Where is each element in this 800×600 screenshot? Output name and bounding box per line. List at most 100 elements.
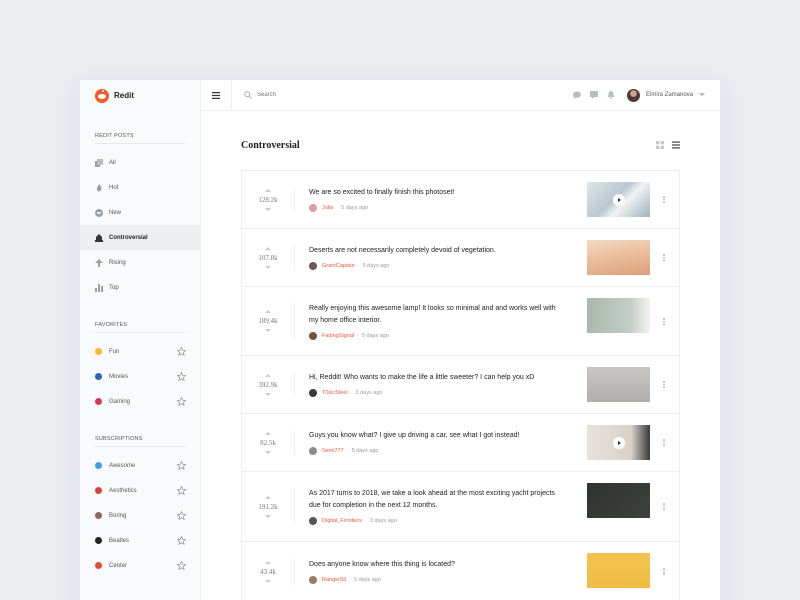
bell-icon[interactable] <box>607 91 615 99</box>
star-icon[interactable] <box>177 347 186 356</box>
meta-separator: · <box>358 263 360 269</box>
divider <box>294 187 295 212</box>
post-row[interactable]: 128.2k We are so excited to finally finis… <box>242 171 679 229</box>
community-icon <box>95 562 102 569</box>
more-options-icon[interactable] <box>663 439 665 446</box>
author-link[interactable]: GrantCaptain <box>322 263 355 269</box>
downvote-icon[interactable] <box>265 208 271 211</box>
page-title: Controversial <box>241 140 300 151</box>
sidebar-item-top[interactable]: Top <box>80 275 200 300</box>
more-options-icon[interactable] <box>663 568 665 575</box>
vote-count: 191.2k <box>258 503 277 511</box>
star-icon[interactable] <box>177 511 186 520</box>
post-title[interactable]: Deserts are not necessarily completely d… <box>309 245 559 257</box>
author-link[interactable]: T0xicSteel <box>322 390 348 396</box>
sidebar-item-movies[interactable]: Movies <box>80 364 200 389</box>
community-icon <box>95 537 102 544</box>
post-title[interactable]: Hi, Reddit! Who wants to make the life a… <box>309 372 559 384</box>
list-view-icon[interactable] <box>672 141 680 149</box>
menu-button[interactable] <box>201 80 232 111</box>
post-row[interactable]: 43.4kDoes anyone know where this thing i… <box>242 542 679 600</box>
post-thumbnail[interactable] <box>587 298 650 333</box>
author-link[interactable]: Julia <box>322 205 333 211</box>
post-title[interactable]: Guys you know what? I give up driving a … <box>309 430 559 442</box>
sidebar-item-awesome[interactable]: Awesome <box>80 453 200 478</box>
post-thumbnail[interactable] <box>587 553 650 588</box>
more-options-icon[interactable] <box>663 196 665 203</box>
downvote-icon[interactable] <box>265 266 271 269</box>
upvote-icon[interactable] <box>265 374 271 377</box>
more-options-icon[interactable] <box>663 254 665 261</box>
sidebar-item-all[interactable]: All <box>80 150 200 175</box>
sidebar-item-aesthetics[interactable]: Aesthetics <box>80 478 200 503</box>
search-input[interactable] <box>257 92 407 98</box>
sidebar-item-fun[interactable]: Fun <box>80 339 200 364</box>
community-icon <box>95 398 102 405</box>
controversial-icon <box>95 234 103 242</box>
downvote-icon[interactable] <box>265 580 271 583</box>
post-thumbnail[interactable] <box>587 367 650 402</box>
upvote-icon[interactable] <box>265 247 271 250</box>
downvote-icon[interactable] <box>265 393 271 396</box>
downvote-icon[interactable] <box>265 451 271 454</box>
sidebar-item-rising[interactable]: Rising <box>80 250 200 275</box>
downvote-icon[interactable] <box>265 515 271 518</box>
post-feed: 128.2k We are so excited to finally finis… <box>241 170 680 600</box>
upvote-icon[interactable] <box>265 432 271 435</box>
post-thumbnail[interactable] <box>587 483 650 518</box>
post-thumbnail[interactable] <box>587 425 650 460</box>
sidebar-item-hot[interactable]: Hot <box>80 175 200 200</box>
play-icon[interactable] <box>613 437 625 449</box>
author-link[interactable]: Semi777 <box>322 448 344 454</box>
author-link[interactable]: Digital_Frontiers <box>322 518 362 524</box>
post-title[interactable]: Does anyone know where this thing is loc… <box>309 559 559 571</box>
author-link[interactable]: FadingSignal <box>322 333 354 339</box>
post-row[interactable]: 107.8kDeserts are not necessarily comple… <box>242 229 679 287</box>
message-icon[interactable] <box>590 91 598 99</box>
author-avatar <box>309 576 317 584</box>
sidebar-item-center[interactable]: Center <box>80 553 200 578</box>
upvote-icon[interactable] <box>265 189 271 192</box>
sidebar-item-gaming[interactable]: Gaming <box>80 389 200 414</box>
star-icon[interactable] <box>177 536 186 545</box>
community-icon <box>95 462 102 469</box>
upvote-icon[interactable] <box>265 310 271 313</box>
sidebar-item-label: Aesthetics <box>109 488 137 494</box>
post-title[interactable]: As 2017 turns to 2018, we take a look ah… <box>309 488 559 512</box>
star-icon[interactable] <box>177 461 186 470</box>
post-meta: Ranger93·5 days ago <box>309 576 559 584</box>
downvote-icon[interactable] <box>265 329 271 332</box>
post-row[interactable]: 191.2k As 2017 turns to 2018, we take a l… <box>242 472 679 542</box>
bar-chart-icon <box>95 284 103 292</box>
star-icon[interactable] <box>177 561 186 570</box>
post-title[interactable]: We are so excited to finally finish this… <box>309 187 559 199</box>
post-thumbnail[interactable] <box>587 240 650 275</box>
sidebar-item-boring[interactable]: Boring <box>80 503 200 528</box>
sidebar-item-label: Gaming <box>109 399 130 405</box>
more-options-icon[interactable] <box>663 381 665 388</box>
brand[interactable]: Redit <box>80 80 200 111</box>
sidebar-item-new[interactable]: New <box>80 200 200 225</box>
post-content: Guys you know what? I give up driving a … <box>309 414 559 471</box>
user-menu[interactable]: Elmira Zamanova <box>627 89 720 102</box>
star-icon[interactable] <box>177 372 186 381</box>
author-link[interactable]: Ranger93 <box>322 577 346 583</box>
play-icon[interactable] <box>613 194 625 206</box>
more-options-icon[interactable] <box>663 318 665 325</box>
vote-count: 128.2k <box>258 196 277 204</box>
upvote-icon[interactable] <box>265 496 271 499</box>
post-row[interactable]: 82.5kGuys you know what? I give up drivi… <box>242 414 679 472</box>
star-icon[interactable] <box>177 397 186 406</box>
sidebar-item-beatles[interactable]: Beatles <box>80 528 200 553</box>
post-row[interactable]: 392.9kHi, Reddit! Who wants to make the … <box>242 356 679 414</box>
post-title[interactable]: Really enjoying this awesome lamp! It lo… <box>309 303 559 327</box>
post-thumbnail[interactable] <box>587 182 650 217</box>
more-options-icon[interactable] <box>663 503 665 510</box>
grid-view-icon[interactable] <box>656 141 664 149</box>
star-icon[interactable] <box>177 486 186 495</box>
sidebar-item-controversial[interactable]: Controversial <box>80 225 200 250</box>
post-row[interactable]: 189.4kReally enjoying this awesome lamp!… <box>242 287 679 356</box>
upvote-icon[interactable] <box>265 561 271 564</box>
chat-icon[interactable] <box>573 91 581 99</box>
meta-separator: · <box>336 205 338 211</box>
